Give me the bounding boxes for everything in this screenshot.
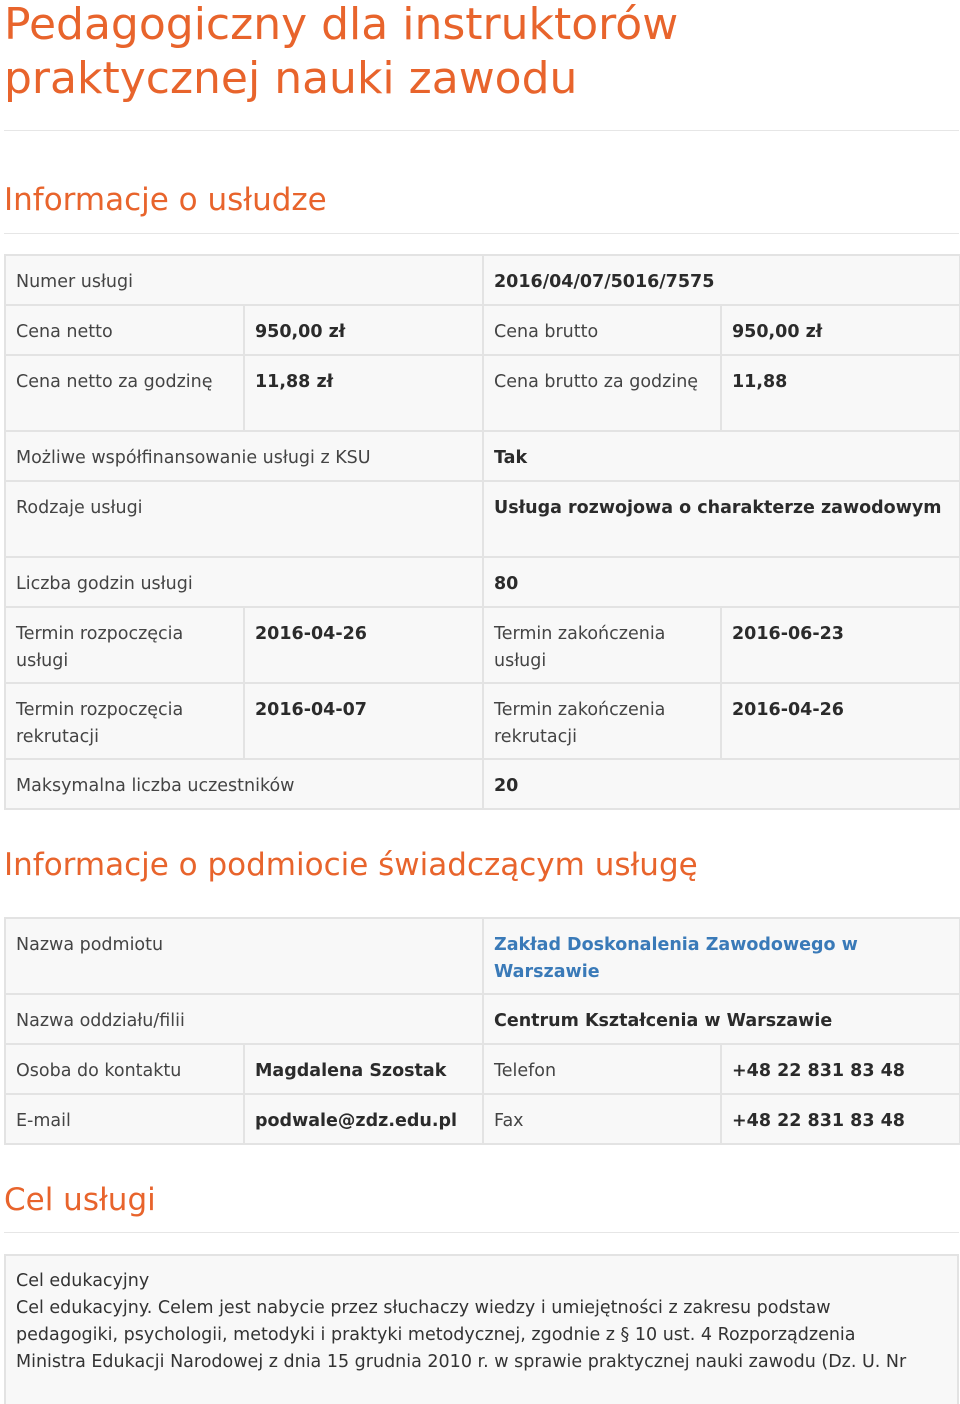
table-row: Cena netto za godzinę 11,88 zł Cena brut…: [4, 354, 960, 432]
table-row: Nazwa oddziału/filii Centrum Kształcenia…: [4, 993, 960, 1045]
service-number-label: Numer usługi: [4, 254, 484, 306]
max-participants-value: 20: [481, 758, 960, 810]
gross-hour-price-label: Cena brutto za godzinę: [482, 354, 722, 432]
provider-name-label: Nazwa podmiotu: [4, 917, 484, 995]
end-date-value: 2016-06-23: [719, 606, 960, 684]
service-type-value: Usługa rozwojowa o charakterze zawodowym: [481, 480, 960, 558]
cofinancing-value: Tak: [481, 430, 960, 482]
recruitment-end-value: 2016-04-26: [719, 682, 960, 760]
net-price-value: 950,00 zł: [243, 304, 484, 356]
title-divider: [4, 130, 959, 131]
goal-text-line-3: Ministra Edukacji Narodowej z dnia 15 gr…: [16, 1352, 907, 1372]
net-price-label: Cena netto: [4, 304, 245, 356]
table-row: Nazwa podmiotu Zakład Doskonalenia Zawod…: [4, 917, 960, 995]
table-row: Liczba godzin usługi 80: [4, 556, 960, 608]
start-date-label: Termin rozpoczęcia usługi: [4, 606, 245, 684]
provider-name-link[interactable]: Zakład Doskonalenia Zawodowego w Warszaw…: [481, 917, 960, 995]
table-row: Maksymalna liczba uczestników 20: [4, 758, 960, 810]
fax-label: Fax: [482, 1093, 722, 1145]
net-hour-price-value: 11,88 zł: [243, 354, 484, 432]
service-info-table: Numer usługi 2016/04/07/5016/7575 Cena n…: [4, 254, 960, 810]
goal-type-label: Cel edukacyjny: [16, 1271, 150, 1291]
end-date-label: Termin zakończenia usługi: [482, 606, 722, 684]
recruitment-start-label: Termin rozpoczęcia rekrutacji: [4, 682, 245, 760]
page-title: Pedagogiczny dla instruktorów praktyczne…: [4, 0, 954, 106]
goal-box: Cel edukacyjny Cel edukacyjny. Celem jes…: [4, 1254, 959, 1404]
gross-hour-price-value: 11,88: [719, 354, 960, 432]
table-row: Numer usługi 2016/04/07/5016/7575: [4, 254, 960, 306]
service-section-heading: Informacje o usłudze: [4, 182, 327, 218]
recruitment-end-label: Termin zakończenia rekrutacji: [482, 682, 722, 760]
email-value: podwale@zdz.edu.pl: [243, 1093, 484, 1145]
net-hour-price-label: Cena netto za godzinę: [4, 354, 245, 432]
service-divider: [4, 233, 959, 234]
provider-section-heading: Informacje o podmiocie świadczącym usług…: [4, 847, 698, 883]
page-title-line-2: praktycznej nauki zawodu: [4, 53, 578, 104]
table-row: Cena netto 950,00 zł Cena brutto 950,00 …: [4, 304, 960, 356]
gross-price-value: 950,00 zł: [719, 304, 960, 356]
cofinancing-label: Możliwe współfinansowanie usługi z KSU: [4, 430, 484, 482]
phone-value: +48 22 831 83 48: [719, 1043, 960, 1095]
goal-divider: [4, 1232, 959, 1233]
fax-value: +48 22 831 83 48: [719, 1093, 960, 1145]
provider-info-table: Nazwa podmiotu Zakład Doskonalenia Zawod…: [4, 917, 960, 1145]
phone-label: Telefon: [482, 1043, 722, 1095]
email-label: E-mail: [4, 1093, 245, 1145]
table-row: Termin rozpoczęcia usługi 2016-04-26 Ter…: [4, 606, 960, 684]
start-date-value: 2016-04-26: [243, 606, 484, 684]
gross-price-label: Cena brutto: [482, 304, 722, 356]
table-row: Możliwe współfinansowanie usługi z KSU T…: [4, 430, 960, 482]
contact-person-label: Osoba do kontaktu: [4, 1043, 245, 1095]
branch-name-label: Nazwa oddziału/filii: [4, 993, 484, 1045]
recruitment-start-value: 2016-04-07: [243, 682, 484, 760]
contact-person-value: Magdalena Szostak: [243, 1043, 484, 1095]
table-row: Rodzaje usługi Usługa rozwojowa o charak…: [4, 480, 960, 558]
hours-value: 80: [481, 556, 960, 608]
max-participants-label: Maksymalna liczba uczestników: [4, 758, 484, 810]
table-row: Termin rozpoczęcia rekrutacji 2016-04-07…: [4, 682, 960, 760]
goal-text-line-1: Cel edukacyjny. Celem jest nabycie przez…: [16, 1298, 831, 1318]
table-row: E-mail podwale@zdz.edu.pl Fax +48 22 831…: [4, 1093, 960, 1145]
goal-section-heading: Cel usługi: [4, 1182, 156, 1218]
page-title-line-1: Pedagogiczny dla instruktorów: [4, 0, 679, 50]
hours-label: Liczba godzin usługi: [4, 556, 484, 608]
branch-name-value: Centrum Kształcenia w Warszawie: [481, 993, 960, 1045]
service-type-label: Rodzaje usługi: [4, 480, 484, 558]
table-row: Osoba do kontaktu Magdalena Szostak Tele…: [4, 1043, 960, 1095]
goal-text-line-2: pedagogiki, psychologii, metodyki i prak…: [16, 1325, 856, 1345]
service-number-value: 2016/04/07/5016/7575: [481, 254, 960, 306]
